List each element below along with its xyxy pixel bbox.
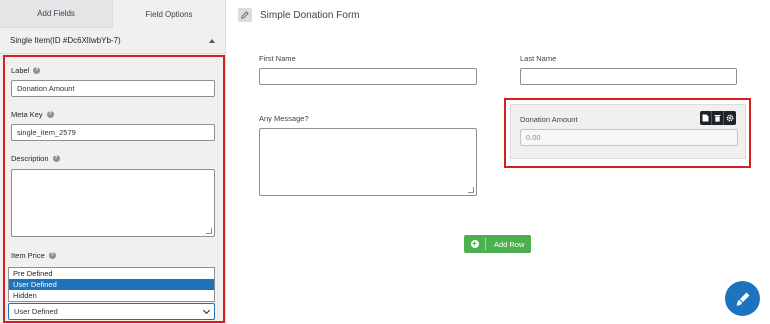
item-price-select[interactable]: User Defined — [8, 303, 215, 320]
form-header: Simple Donation Form — [238, 8, 359, 22]
meta-key-input[interactable]: single_item_2579 — [11, 124, 215, 141]
last-name-input[interactable] — [520, 68, 737, 85]
last-name-label: Last Name — [520, 54, 557, 63]
item-price-label: Item Price ? — [11, 249, 215, 261]
resize-handle-icon[interactable] — [468, 187, 474, 193]
message-textarea[interactable] — [259, 128, 477, 196]
add-row-button[interactable]: + Add Row — [464, 235, 531, 253]
section-header[interactable]: Single Item(ID #Dc6XlIwbYb-7) — [0, 28, 225, 54]
edit-fab-button[interactable] — [725, 281, 760, 316]
description-textarea[interactable] — [11, 169, 215, 237]
collapse-caret-icon[interactable] — [209, 38, 215, 43]
help-icon[interactable]: ? — [52, 154, 60, 162]
add-row-label: Add Row — [494, 239, 525, 249]
tab-add-fields[interactable]: Add Fields — [0, 0, 112, 28]
form-title: Simple Donation Form — [260, 9, 360, 21]
meta-key-title: Meta Key — [11, 109, 43, 119]
brush-icon — [736, 292, 749, 306]
first-name-input[interactable] — [259, 68, 477, 85]
tab-field-options[interactable]: Field Options — [112, 0, 225, 28]
message-label: Any Message? — [259, 114, 309, 123]
help-icon[interactable]: ? — [46, 110, 54, 118]
label-field-label: Label ? — [11, 64, 215, 76]
description-label: Description ? — [11, 152, 215, 164]
option-pre-defined[interactable]: Pre Defined — [9, 268, 214, 279]
first-name-label: First Name — [259, 54, 296, 63]
pencil-icon — [241, 11, 249, 19]
help-icon[interactable]: ? — [48, 251, 56, 259]
highlight-frame — [504, 98, 751, 168]
label-title: Label — [11, 65, 30, 75]
help-icon[interactable]: ? — [33, 66, 41, 74]
item-price-title: Item Price — [11, 250, 45, 260]
item-price-options: Pre Defined User Defined Hidden — [8, 267, 215, 302]
section-title: Single Item(ID #Dc6XlIwbYb-7) — [10, 36, 121, 45]
plus-circle-icon: + — [464, 238, 486, 250]
label-input[interactable]: Donation Amount — [11, 80, 215, 97]
sidebar-tabs: Add Fields Field Options — [0, 0, 225, 28]
meta-key-label: Meta Key ? — [11, 108, 215, 120]
option-hidden[interactable]: Hidden — [9, 290, 214, 301]
resize-handle-icon[interactable] — [206, 228, 212, 234]
item-price-selected-value: User Defined — [14, 307, 58, 316]
description-title: Description — [11, 153, 49, 163]
edit-title-button[interactable] — [238, 8, 252, 22]
chevron-down-icon — [202, 306, 211, 314]
option-user-defined[interactable]: User Defined — [9, 279, 214, 290]
